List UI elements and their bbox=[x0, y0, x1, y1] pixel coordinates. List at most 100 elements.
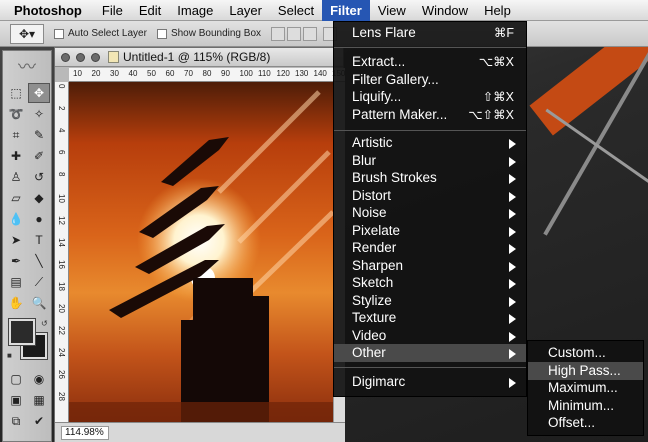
menu-item-pixelate[interactable]: Pixelate bbox=[334, 222, 526, 240]
slice-tool-icon[interactable]: ✎ bbox=[28, 125, 50, 145]
marquee-tool-icon[interactable]: ⬚ bbox=[5, 83, 27, 103]
menu-item-extract[interactable]: Extract... ⌥⌘X bbox=[334, 53, 526, 71]
show-bounding-box-checkbox[interactable]: Show Bounding Box bbox=[156, 28, 261, 39]
menu-item-video[interactable]: Video bbox=[334, 327, 526, 345]
history-brush-icon[interactable]: ↺ bbox=[28, 167, 50, 187]
menu-item-label: Video bbox=[352, 328, 387, 343]
menu-item-sharpen[interactable]: Sharpen bbox=[334, 257, 526, 275]
ruler-tick-label: 0 bbox=[57, 84, 66, 89]
menu-item-lens-flare[interactable]: Lens Flare ⌘F bbox=[334, 24, 526, 42]
menu-item-noise[interactable]: Noise bbox=[334, 204, 526, 222]
blur-tool-icon[interactable]: 💧 bbox=[5, 209, 27, 229]
menu-item-digimarc[interactable]: Digimarc bbox=[334, 373, 526, 391]
menu-item-render[interactable]: Render bbox=[334, 239, 526, 257]
bucket-tool-icon[interactable]: ◆ bbox=[28, 188, 50, 208]
default-colors-icon[interactable]: ■ bbox=[7, 351, 12, 360]
menu-item-stylize[interactable]: Stylize bbox=[334, 292, 526, 310]
foreground-color[interactable] bbox=[8, 318, 36, 346]
close-window-icon[interactable] bbox=[61, 52, 70, 62]
submenu-item-offset[interactable]: Offset... bbox=[528, 414, 643, 432]
menu-window[interactable]: Window bbox=[414, 0, 476, 21]
ruler-tick-label: 14 bbox=[57, 238, 66, 247]
path-select-icon[interactable]: ➤ bbox=[5, 230, 27, 250]
menu-item-texture[interactable]: Texture bbox=[334, 309, 526, 327]
menu-item-pattern-maker[interactable]: Pattern Maker... ⌥⇧⌘X bbox=[334, 106, 526, 124]
eraser-tool-icon[interactable]: ▱ bbox=[5, 188, 27, 208]
dodge-tool-icon[interactable]: ● bbox=[28, 209, 50, 229]
menu-filter[interactable]: Filter bbox=[322, 0, 370, 21]
move-tool-icon[interactable]: ✥ bbox=[28, 83, 50, 103]
pen-tool-icon[interactable]: ✒ bbox=[5, 251, 27, 271]
feather-logo-icon: 〰 bbox=[18, 57, 36, 77]
align-bottom-icon[interactable] bbox=[303, 26, 318, 41]
submenu-arrow-icon bbox=[509, 332, 516, 342]
align-top-icon[interactable] bbox=[271, 26, 286, 41]
submenu-arrow-icon bbox=[509, 279, 516, 289]
type-tool-icon[interactable]: T bbox=[28, 230, 50, 250]
submenu-arrow-icon bbox=[509, 157, 516, 167]
menu-item-label: Stylize bbox=[352, 293, 392, 308]
menu-bar: Photoshop File Edit Image Layer Select F… bbox=[0, 0, 648, 21]
menu-select[interactable]: Select bbox=[270, 0, 322, 21]
submenu-arrow-icon bbox=[509, 139, 516, 149]
ruler-tick-label: 16 bbox=[57, 260, 66, 269]
full-screen-icon[interactable]: ▦ bbox=[28, 390, 50, 410]
checkbox-box[interactable] bbox=[54, 28, 64, 39]
line-tool-icon[interactable]: ╲ bbox=[28, 251, 50, 271]
menu-item-brush-strokes[interactable]: Brush Strokes bbox=[334, 169, 526, 187]
menu-layer[interactable]: Layer bbox=[221, 0, 270, 21]
quick-mask-icon[interactable]: ◉ bbox=[28, 369, 50, 389]
magic-wand-icon[interactable]: ✧ bbox=[28, 104, 50, 124]
brush-tool-icon[interactable]: ✐ bbox=[28, 146, 50, 166]
submenu-item-high-pass[interactable]: High Pass... bbox=[528, 362, 643, 380]
imageready-icon[interactable]: ⧉ bbox=[5, 411, 27, 431]
lasso-tool-icon[interactable]: ➰ bbox=[5, 104, 27, 124]
zoom-tool-icon[interactable]: 🔍 bbox=[28, 293, 50, 313]
tool-preset-picker[interactable]: ✥▾ bbox=[10, 23, 44, 44]
menu-item-label: Blur bbox=[352, 153, 377, 168]
submenu-arrow-icon bbox=[509, 174, 516, 184]
menu-edit[interactable]: Edit bbox=[131, 0, 169, 21]
menu-item-liquify[interactable]: Liquify... ⇧⌘X bbox=[334, 88, 526, 106]
jump-icon[interactable]: ✔ bbox=[28, 411, 50, 431]
submenu-arrow-icon bbox=[509, 209, 516, 219]
menu-item-shortcut: ⇧⌘X bbox=[482, 90, 514, 104]
minimize-window-icon[interactable] bbox=[76, 52, 85, 62]
swap-colors-icon[interactable]: ↺ bbox=[41, 319, 48, 328]
zoom-window-icon[interactable] bbox=[91, 52, 100, 62]
submenu-arrow-icon bbox=[509, 262, 516, 272]
menu-item-artistic[interactable]: Artistic bbox=[334, 134, 526, 152]
align-middle-icon[interactable] bbox=[287, 26, 302, 41]
zoom-level-field[interactable]: 114.98% bbox=[61, 425, 109, 440]
menu-view[interactable]: View bbox=[370, 0, 414, 21]
checkbox-box[interactable] bbox=[156, 28, 167, 39]
standard-mode-icon[interactable]: ▢ bbox=[5, 369, 27, 389]
menu-item-distort[interactable]: Distort bbox=[334, 187, 526, 205]
ruler-tick-label: 30 bbox=[110, 69, 119, 78]
ruler-tick-label: 50 bbox=[147, 69, 156, 78]
notes-tool-icon[interactable]: ▤ bbox=[5, 272, 27, 292]
submenu-item-maximum[interactable]: Maximum... bbox=[528, 379, 643, 397]
menu-image[interactable]: Image bbox=[169, 0, 221, 21]
ruler-tick-label: 6 bbox=[57, 150, 66, 155]
submenu-item-minimum[interactable]: Minimum... bbox=[528, 397, 643, 415]
app-menu[interactable]: Photoshop bbox=[0, 3, 94, 18]
document-title-bar[interactable]: Untitled-1 @ 115% (RGB/8) bbox=[55, 48, 343, 67]
menu-item-blur[interactable]: Blur bbox=[334, 152, 526, 170]
menu-help[interactable]: Help bbox=[476, 0, 519, 21]
stamp-tool-icon[interactable]: ♙ bbox=[5, 167, 27, 187]
healing-brush-icon[interactable]: ✚ bbox=[5, 146, 27, 166]
ruler-tick-label: 4 bbox=[57, 128, 66, 133]
auto-select-layer-checkbox[interactable]: Auto Select Layer bbox=[54, 28, 147, 39]
menu-file[interactable]: File bbox=[94, 0, 131, 21]
eyedropper-icon[interactable]: ⟋ bbox=[28, 272, 50, 292]
hand-tool-icon[interactable]: ✋ bbox=[5, 293, 27, 313]
menu-item-sketch[interactable]: Sketch bbox=[334, 274, 526, 292]
building-silhouette bbox=[181, 278, 269, 422]
crop-tool-icon[interactable]: ⌗ bbox=[5, 125, 27, 145]
menu-item-other[interactable]: Other bbox=[334, 344, 526, 362]
image-canvas[interactable] bbox=[69, 82, 333, 422]
menu-item-filter-gallery[interactable]: Filter Gallery... bbox=[334, 71, 526, 89]
submenu-item-custom[interactable]: Custom... bbox=[528, 344, 643, 362]
screen-mode-icon[interactable]: ▣ bbox=[5, 390, 27, 410]
